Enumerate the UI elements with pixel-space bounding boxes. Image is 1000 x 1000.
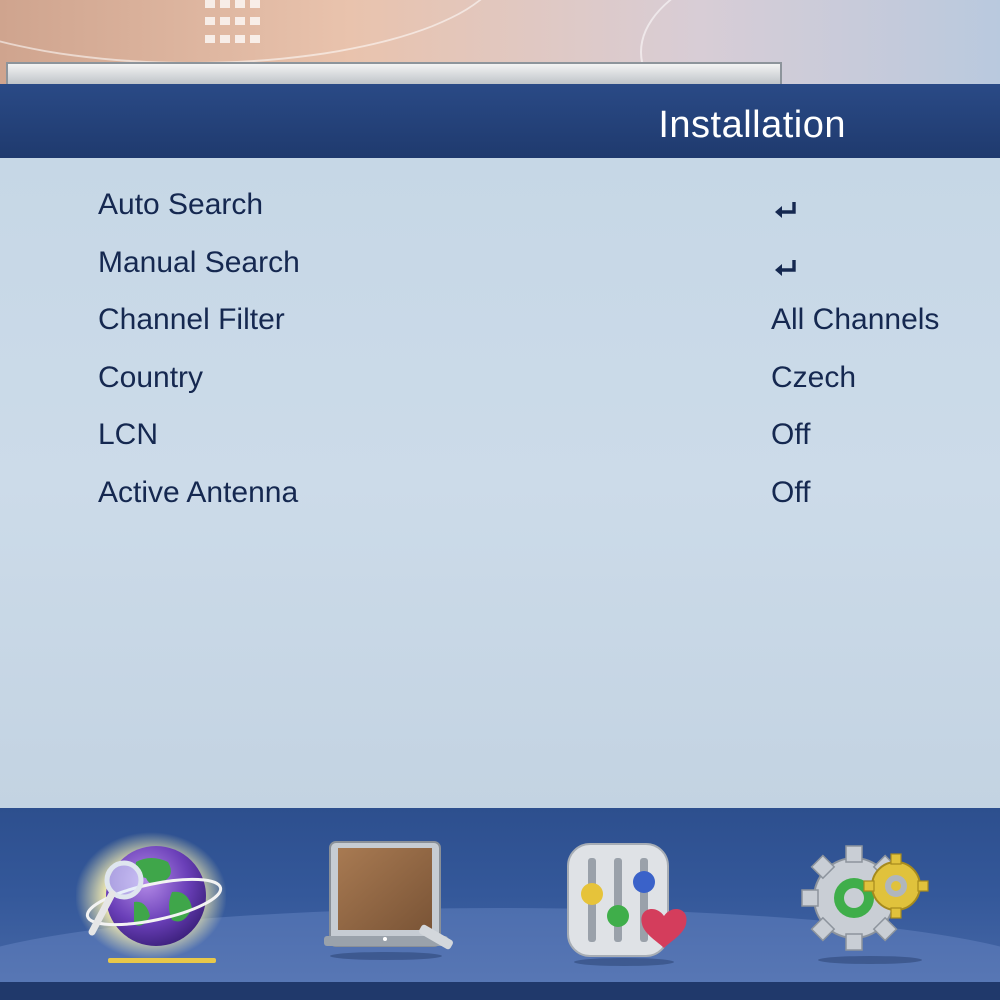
menu-item-label: Channel Filter [98,303,285,336]
bottom-strip [0,982,1000,1000]
menu-item-label: Active Antenna [98,476,299,509]
enter-icon [775,260,796,276]
menu-item-value: All Channels [771,303,940,336]
bottom-nav-bar [0,808,1000,1000]
page-title: Installation [658,104,846,146]
globe-search-icon [76,832,226,963]
mixer-heart-icon [567,843,687,966]
decorative-tiles [205,0,263,46]
gears-icon [801,845,929,964]
menu-item-manual-search[interactable]: Manual Search [0,238,1000,288]
menu-panel: Auto Search Manual Search Channel Filter… [0,158,1000,808]
panel-bevel [6,62,782,84]
menu-item-value: Czech [771,361,857,394]
nav-installation[interactable] [76,832,226,972]
menu-item-value: Off [771,476,811,509]
title-bar: Installation [0,84,1000,158]
menu-item-value: Off [771,418,811,451]
menu-item-label: Manual Search [98,246,300,279]
nav-picture[interactable] [322,832,472,972]
menu-item-country[interactable]: Country Czech [0,353,1000,403]
menu-item-label: Auto Search [98,188,264,221]
nav-system[interactable] [800,832,950,972]
menu-item-label: Country [98,361,204,394]
menu-item-active-antenna[interactable]: Active Antenna Off [0,468,1000,518]
menu-item-auto-search[interactable]: Auto Search [0,180,1000,230]
menu-item-lcn[interactable]: LCN Off [0,410,1000,460]
menu-item-label: LCN [98,418,159,451]
enter-icon [775,202,796,218]
menu-item-channel-filter[interactable]: Channel Filter All Channels [0,295,1000,345]
nav-preferences[interactable] [560,832,710,972]
tv-monitor-icon [324,841,453,960]
